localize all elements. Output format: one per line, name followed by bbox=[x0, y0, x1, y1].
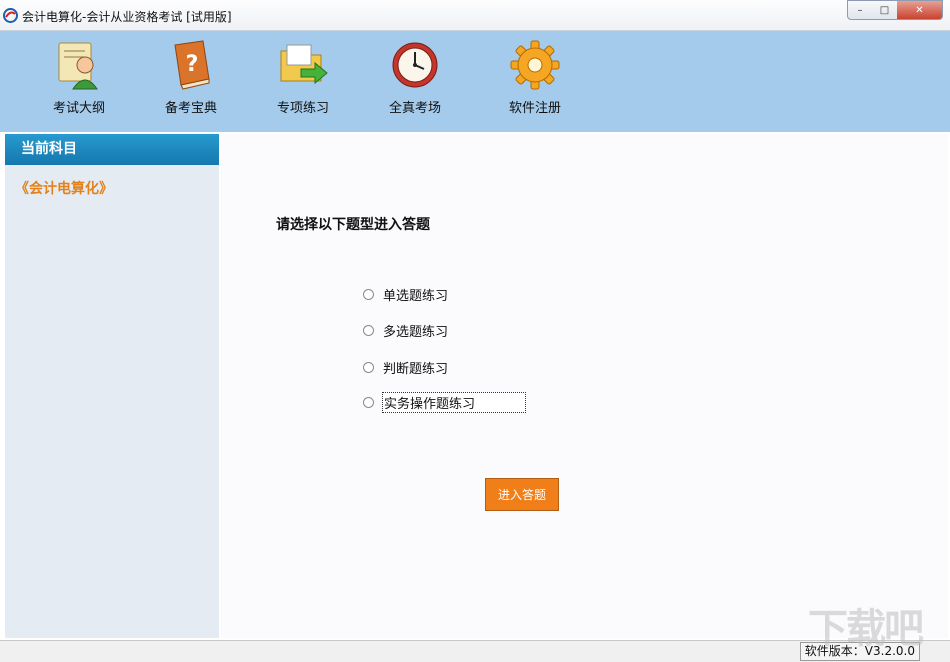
toolbar-item-handbook[interactable]: ? 备考宝典 bbox=[146, 39, 236, 116]
toolbar: 考试大纲 ? 备考宝典 专项练习 全真考场 软件注册 bbox=[0, 31, 950, 132]
title-bar: 会计电算化-会计从业资格考试 [试用版] – □ ✕ bbox=[0, 0, 950, 31]
radio-button[interactable] bbox=[363, 325, 374, 336]
question-type-prompt: 请选择以下题型进入答题 bbox=[276, 217, 430, 233]
sidebar-item-subject[interactable]: 《会计电算化》 bbox=[5, 178, 219, 198]
option-single-choice[interactable]: 单选题练习 bbox=[363, 285, 449, 304]
main-panel: 请选择以下题型进入答题 单选题练习 多选题练习 判断题练习 实务操作题练习 进入… bbox=[221, 134, 948, 638]
radio-button[interactable] bbox=[363, 362, 374, 373]
clock-icon bbox=[392, 42, 438, 88]
maximize-button[interactable]: □ bbox=[872, 0, 898, 20]
radio-button[interactable] bbox=[363, 289, 374, 300]
toolbar-label: 考试大纲 bbox=[52, 101, 105, 116]
question-book-icon: ? bbox=[174, 40, 210, 90]
toolbar-item-exam[interactable]: 全真考场 bbox=[370, 39, 460, 116]
close-button[interactable]: ✕ bbox=[897, 0, 943, 20]
app-logo-icon bbox=[3, 8, 18, 23]
toolbar-label: 备考宝典 bbox=[164, 101, 217, 116]
toolbar-item-register[interactable]: 软件注册 bbox=[490, 39, 580, 116]
toolbar-label: 软件注册 bbox=[508, 101, 561, 116]
teacher-icon bbox=[58, 42, 98, 90]
option-true-false[interactable]: 判断题练习 bbox=[363, 358, 449, 377]
option-practical[interactable]: 实务操作题练习 bbox=[363, 392, 527, 413]
window-title: 会计电算化-会计从业资格考试 [试用版] bbox=[22, 10, 232, 24]
svg-text:?: ? bbox=[186, 52, 199, 77]
radio-button[interactable] bbox=[363, 397, 374, 408]
option-label: 实务操作题练习 bbox=[382, 392, 527, 413]
folder-arrow-icon bbox=[280, 44, 328, 85]
option-label: 多选题练习 bbox=[383, 325, 449, 340]
toolbar-label: 全真考场 bbox=[388, 101, 441, 116]
start-answering-button[interactable]: 进入答题 bbox=[485, 478, 559, 511]
toolbar-item-practice[interactable]: 专项练习 bbox=[258, 39, 348, 116]
option-multiple-choice[interactable]: 多选题练习 bbox=[363, 321, 449, 340]
sidebar: 当前科目 《会计电算化》 bbox=[5, 134, 219, 638]
option-label: 判断题练习 bbox=[383, 362, 449, 377]
sidebar-header: 当前科目 bbox=[5, 134, 219, 165]
watermark: 下载吧 bbox=[808, 606, 924, 652]
toolbar-item-outline[interactable]: 考试大纲 bbox=[34, 39, 124, 116]
gear-icon bbox=[510, 40, 560, 90]
minimize-button[interactable]: – bbox=[847, 0, 873, 20]
toolbar-label: 专项练习 bbox=[276, 101, 329, 116]
option-label: 单选题练习 bbox=[383, 289, 449, 304]
